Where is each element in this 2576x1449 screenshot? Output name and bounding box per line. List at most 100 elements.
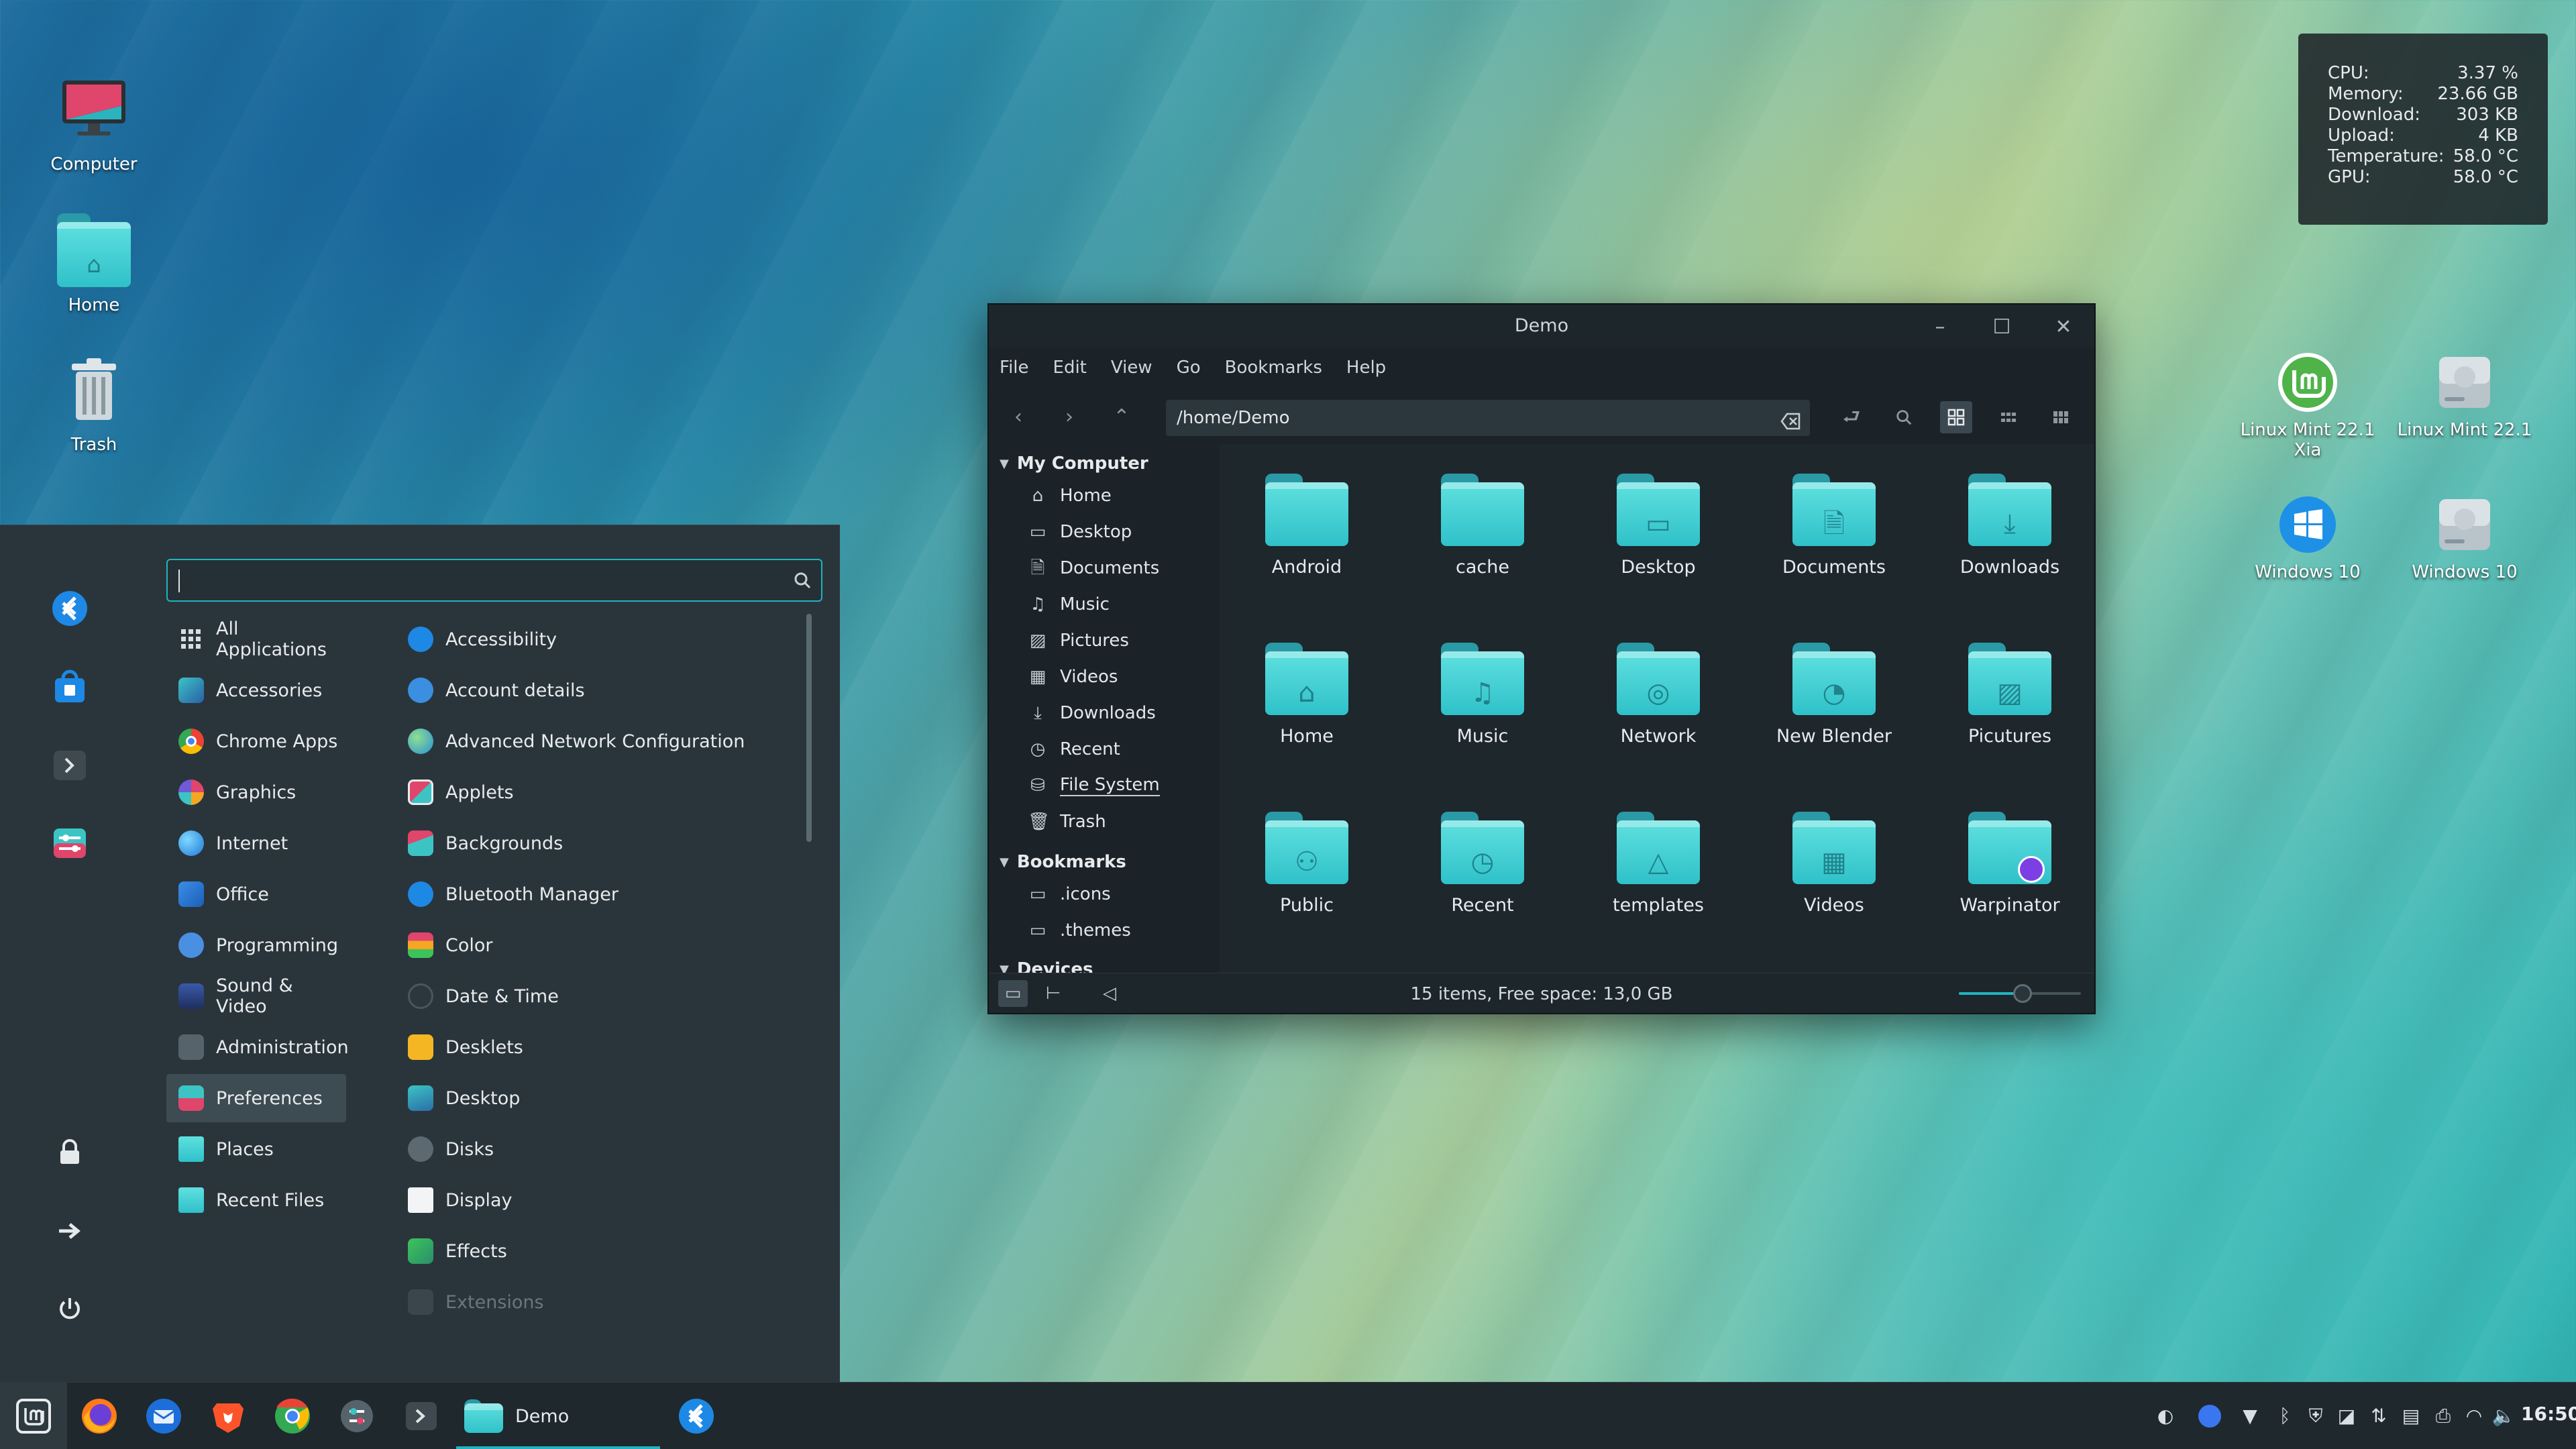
location-bar[interactable]: /home/Demo xyxy=(1166,400,1810,436)
chrome-icon[interactable] xyxy=(271,1395,314,1438)
menu-category-places[interactable]: Places xyxy=(166,1125,346,1173)
back-icon[interactable]: ‹ xyxy=(1002,401,1034,433)
menu-category-chrome-apps[interactable]: Chrome Apps xyxy=(166,717,346,765)
menu-search-input[interactable] xyxy=(182,566,786,595)
desktop-icon-windows-10-drive[interactable]: Windows 10 xyxy=(2384,492,2545,582)
shield-icon[interactable]: ⛨ xyxy=(2302,1403,2329,1430)
folder-item-warpinator[interactable]: Warpinator xyxy=(1936,812,2084,916)
desktop-icon-home[interactable]: ⌂ Home xyxy=(13,213,174,315)
menu-file[interactable]: File xyxy=(1000,358,1029,378)
folder-item-documents[interactable]: 🗎 Documents xyxy=(1760,474,1908,578)
file-view[interactable]: Android cache ▭ Desktop 🗎 Documents ⤓ Do… xyxy=(1220,444,2094,975)
power-icon[interactable] xyxy=(50,1289,90,1329)
bluetooth-icon[interactable]: ᛒ xyxy=(2271,1403,2298,1430)
minimize-icon[interactable]: – xyxy=(1927,314,1953,341)
menu-search-field[interactable] xyxy=(166,559,822,602)
folder-item-videos[interactable]: ▦ Videos xyxy=(1760,812,1908,916)
thunderbird-icon[interactable] xyxy=(142,1395,185,1438)
menu-app-backgrounds[interactable]: Backgrounds xyxy=(408,819,784,867)
folder-item-music[interactable]: ♫ Music xyxy=(1409,643,1556,747)
folder-item-home[interactable]: ⌂ Home xyxy=(1233,643,1381,747)
menu-category-internet[interactable]: Internet xyxy=(166,819,346,867)
folder-item-desktop[interactable]: ▭ Desktop xyxy=(1585,474,1732,578)
sidebar-item-file-system[interactable]: ⛁ File System xyxy=(1028,767,1160,804)
menu-app-account-details[interactable]: Account details xyxy=(408,666,784,714)
close-icon[interactable]: ✕ xyxy=(2050,314,2077,341)
terminal-icon[interactable] xyxy=(400,1395,443,1438)
menu-app-advanced-network-configuration[interactable]: Advanced Network Configuration xyxy=(408,717,784,765)
list-view-icon[interactable] xyxy=(1992,401,2025,433)
software-store-favorite-icon[interactable] xyxy=(48,666,91,709)
menu-help[interactable]: Help xyxy=(1346,358,1386,378)
redshift-icon[interactable]: ◐ xyxy=(2152,1403,2179,1430)
menu-app-desklets[interactable]: Desklets xyxy=(408,1023,784,1071)
sidebar-item-recent[interactable]: ◷ Recent xyxy=(1028,731,1120,767)
icon-view-icon[interactable] xyxy=(1940,401,1972,433)
search-icon[interactable] xyxy=(1888,401,1920,433)
firefox-icon[interactable] xyxy=(78,1395,121,1438)
desktop-icon-computer[interactable]: Computer xyxy=(13,72,174,174)
sidebar-item-music[interactable]: ♫ Music xyxy=(1028,586,1110,623)
sidebar-item-home[interactable]: ⌂ Home xyxy=(1028,478,1112,514)
forward-icon[interactable]: › xyxy=(1053,401,1085,433)
terminal-favorite-icon[interactable] xyxy=(48,744,91,787)
clear-location-icon[interactable] xyxy=(1780,408,1802,430)
menu-category-all-applications[interactable]: All Applications xyxy=(166,615,346,663)
menu-category-accessories[interactable]: Accessories xyxy=(166,666,346,714)
up-icon[interactable]: ⌃ xyxy=(1106,401,1138,433)
menu-scrollbar[interactable] xyxy=(806,614,812,842)
sidebar-item-themes[interactable]: ▭ .themes xyxy=(1028,912,1131,949)
printer-icon[interactable]: ⎙ xyxy=(2430,1403,2457,1430)
linux-mint-menu-icon[interactable] xyxy=(0,1383,67,1449)
file-transfer-icon[interactable]: ⇅ xyxy=(2365,1403,2392,1430)
menu-app-extensions[interactable]: Extensions xyxy=(408,1278,784,1326)
desktop-icon-trash[interactable]: Trash xyxy=(13,353,174,455)
menu-category-sound-video[interactable]: Sound & Video xyxy=(166,972,346,1020)
vscode-favorite-icon[interactable] xyxy=(48,587,91,630)
sidebar-item-trash[interactable]: 🗑 Trash xyxy=(1028,804,1106,840)
settings-icon[interactable] xyxy=(335,1395,378,1438)
desktop-icon-windows-10[interactable]: Windows 10 xyxy=(2227,492,2388,582)
clock[interactable]: 16:50 xyxy=(2521,1403,2576,1425)
desktop-icon-linux-mint-drive[interactable]: Linux Mint 22.1 xyxy=(2384,350,2545,440)
sidebar-item-pictures[interactable]: ▨ Pictures xyxy=(1028,623,1129,659)
wifi-icon[interactable]: ◠ xyxy=(2461,1403,2487,1430)
toggle-location-icon[interactable]: ⮐ xyxy=(1835,401,1868,433)
vpn-icon[interactable]: ▼ xyxy=(2237,1403,2263,1430)
settings-favorite-icon[interactable] xyxy=(48,822,91,865)
menu-app-desktop[interactable]: Desktop xyxy=(408,1074,784,1122)
menu-app-bluetooth-manager[interactable]: Bluetooth Manager xyxy=(408,870,784,918)
menu-category-preferences[interactable]: Preferences xyxy=(166,1074,346,1122)
folder-item-downloads[interactable]: ⤓ Downloads xyxy=(1936,474,2084,578)
menu-app-date-time[interactable]: Date & Time xyxy=(408,972,784,1020)
folder-item-network[interactable]: ◎ Network xyxy=(1585,643,1732,747)
folder-item-new-blender[interactable]: ◔ New Blender xyxy=(1760,643,1908,747)
menu-view[interactable]: View xyxy=(1111,358,1152,378)
sidebar-section-bookmarks[interactable]: ▼ Bookmarks xyxy=(1000,852,1126,872)
folder-item-templates[interactable]: △ templates xyxy=(1585,812,1732,916)
zoom-slider-handle[interactable] xyxy=(2012,984,2032,1003)
menu-category-administration[interactable]: Administration xyxy=(166,1023,349,1071)
sidebar-item-documents[interactable]: 🗎 Documents xyxy=(1028,550,1160,586)
compact-view-icon[interactable] xyxy=(2045,401,2077,433)
menu-app-accessibility[interactable]: Accessibility xyxy=(408,615,784,663)
lock-icon[interactable] xyxy=(50,1132,90,1172)
menu-app-applets[interactable]: Applets xyxy=(408,768,784,816)
menu-bookmarks[interactable]: Bookmarks xyxy=(1225,358,1322,378)
sidebar-section-my-computer[interactable]: ▼ My Computer xyxy=(1000,453,1148,474)
volume-icon[interactable]: 🔈 xyxy=(2490,1403,2517,1430)
sidebar-item-icons[interactable]: ▭ .icons xyxy=(1028,876,1111,912)
menu-category-office[interactable]: Office xyxy=(166,870,346,918)
vscode-icon[interactable] xyxy=(675,1395,718,1438)
folder-item-public[interactable]: ⚇ Public xyxy=(1233,812,1381,916)
menu-category-graphics[interactable]: Graphics xyxy=(166,768,346,816)
logout-icon[interactable] xyxy=(50,1211,90,1251)
folder-item-android[interactable]: Android xyxy=(1233,474,1381,578)
desktop-icon-linux-mint-xia[interactable]: Linux Mint 22.1 Xia xyxy=(2227,350,2388,460)
notes-icon[interactable]: ▤ xyxy=(2398,1403,2424,1430)
menu-app-color[interactable]: Color xyxy=(408,921,784,969)
folder-item-cache[interactable]: cache xyxy=(1409,474,1556,578)
sidebar-item-downloads[interactable]: ⤓ Downloads xyxy=(1028,695,1156,731)
menu-go[interactable]: Go xyxy=(1177,358,1201,378)
brave-icon[interactable] xyxy=(207,1395,250,1438)
